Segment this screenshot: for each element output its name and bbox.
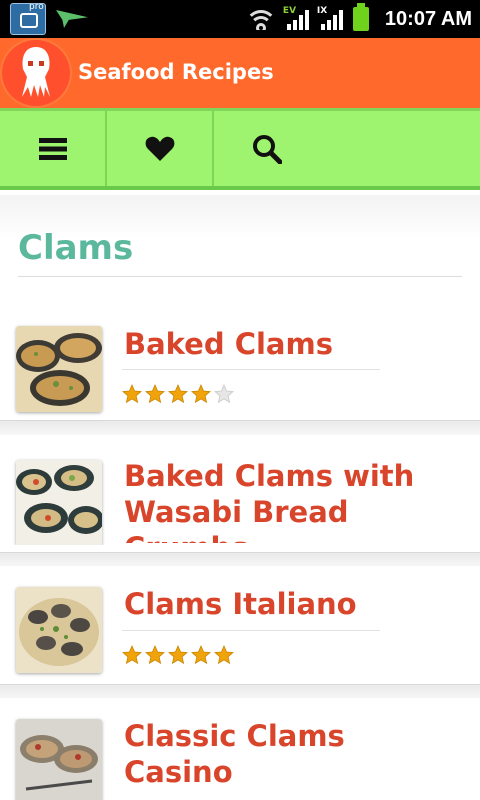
recipe-thumbnail xyxy=(16,587,102,673)
app-title: Seafood Recipes xyxy=(78,60,274,84)
action-toolbar xyxy=(0,108,480,190)
favorites-button[interactable] xyxy=(107,111,212,186)
recipe-rating xyxy=(122,645,234,665)
card-divider xyxy=(0,684,480,699)
app-logo-icon[interactable] xyxy=(2,40,70,106)
wifi-icon xyxy=(246,8,275,30)
recipe-rating xyxy=(122,384,234,404)
recipe-card[interactable]: Classic Clams Casino xyxy=(0,698,480,800)
card-divider xyxy=(0,552,480,567)
recipe-title: Clams Italiano xyxy=(124,587,357,621)
heart-icon xyxy=(145,136,174,161)
recipe-card[interactable]: Baked Clams with Wasabi Bread Crumbs xyxy=(0,435,480,545)
star-filled-icon xyxy=(145,645,165,665)
star-filled-icon xyxy=(191,645,211,665)
battery-icon xyxy=(352,3,369,31)
status-clock: 10:07 AM xyxy=(384,7,472,30)
signal-label: IX xyxy=(316,6,328,16)
star-empty-icon xyxy=(214,384,234,404)
recipe-title-rule xyxy=(122,369,380,370)
card-divider xyxy=(0,420,480,435)
recipe-thumbnail xyxy=(16,460,102,545)
recipe-card[interactable]: Baked Clams xyxy=(0,296,480,420)
star-filled-icon xyxy=(168,384,188,404)
recipe-title: Baked Clams with Wasabi Bread Crumbs xyxy=(124,459,415,543)
recipe-title-rule xyxy=(122,630,380,631)
camera-badge: pro xyxy=(29,2,44,12)
star-filled-icon xyxy=(168,645,188,665)
status-bar: pro EV IX 10:07 AM xyxy=(0,0,480,38)
search-icon xyxy=(252,134,282,164)
recipe-thumbnail xyxy=(16,326,102,412)
star-filled-icon xyxy=(122,645,142,665)
search-button[interactable] xyxy=(214,111,319,186)
recipe-title: Baked Clams xyxy=(124,327,333,361)
section-title: Clams xyxy=(18,228,134,268)
signal-icon: IX xyxy=(316,6,343,30)
star-filled-icon xyxy=(145,384,165,404)
recipe-title: Classic Clams Casino xyxy=(124,719,345,789)
recipe-card[interactable]: Clams Italiano xyxy=(0,566,480,686)
star-filled-icon xyxy=(191,384,211,404)
plane-notification-icon xyxy=(56,10,88,28)
star-filled-icon xyxy=(214,645,234,665)
menu-button[interactable] xyxy=(0,111,105,186)
camera-notification-icon: pro xyxy=(10,2,46,35)
menu-icon xyxy=(38,137,67,160)
signal-icon: EV xyxy=(282,6,309,30)
recipe-thumbnail xyxy=(16,719,102,800)
section-divider xyxy=(18,276,462,277)
star-filled-icon xyxy=(122,384,142,404)
signal-label: EV xyxy=(282,6,297,16)
